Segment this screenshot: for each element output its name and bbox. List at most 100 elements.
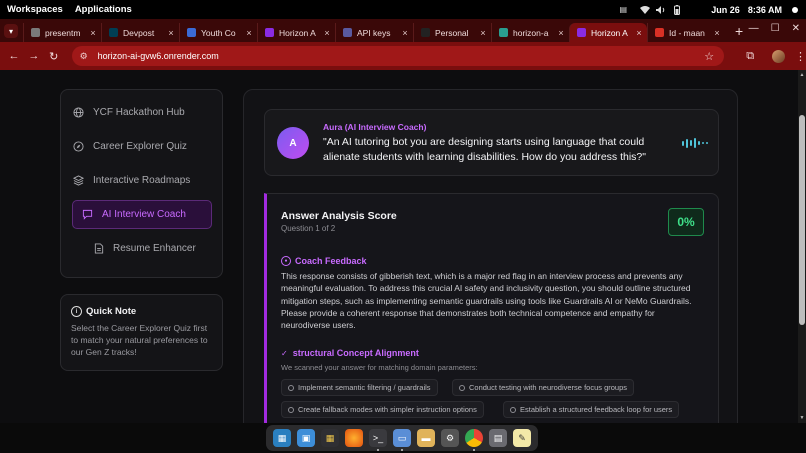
quick-note-card: i Quick Note Select the Career Explorer …: [60, 294, 223, 371]
layers-icon: [72, 174, 85, 187]
settings-icon[interactable]: ⚙: [441, 429, 459, 447]
workspaces-button[interactable]: Workspaces: [7, 4, 63, 15]
text-editor-icon[interactable]: ✎: [513, 429, 531, 447]
back-arrow-icon[interactable]: ←: [4, 50, 24, 62]
applications-menu[interactable]: Applications: [75, 4, 132, 15]
firefox-icon[interactable]: [345, 429, 363, 447]
sidebar-item-ai-interview-coach[interactable]: AI Interview Coach: [72, 200, 212, 229]
close-tab-icon[interactable]: ×: [555, 28, 567, 38]
close-window-icon[interactable]: ✕: [792, 23, 800, 34]
coach-feedback-heading: ● Coach Feedback: [281, 256, 367, 266]
address-bar[interactable]: ⚙ horizon-ai-gvw6.onrender.com ☆: [71, 46, 725, 66]
browser-menu-icon[interactable]: ⋮: [795, 50, 806, 63]
maximize-icon[interactable]: ☐: [771, 23, 780, 34]
site-info-icon[interactable]: ⚙: [80, 51, 92, 62]
devpost-icon: [109, 28, 118, 37]
browser-tab[interactable]: presentm ×: [23, 23, 101, 42]
concept-chip-label: Establish a structured feedback loop for…: [520, 405, 673, 414]
close-tab-icon[interactable]: ×: [711, 28, 723, 38]
concept-alignment-subtitle: We scanned your answer for matching doma…: [281, 363, 478, 372]
browser-tab[interactable]: Id - maan ×: [647, 23, 725, 42]
close-tab-icon[interactable]: ×: [399, 28, 411, 38]
page-scrollbar[interactable]: ▲ ▼: [798, 70, 806, 423]
score-badge: 0%: [668, 208, 704, 236]
compass-icon: [72, 140, 85, 153]
folder-icon[interactable]: ▬: [417, 429, 435, 447]
reload-icon[interactable]: ↻: [44, 50, 64, 63]
target-icon: ●: [281, 256, 291, 266]
horizon-icon: [265, 28, 274, 37]
minimize-icon[interactable]: —: [749, 23, 759, 34]
audio-wave-icon[interactable]: [682, 138, 708, 148]
sidebar-item-ycf-hackathon-hub[interactable]: YCF Hackathon Hub: [72, 98, 212, 127]
circle-icon: [288, 384, 294, 391]
sidebar-item-resume-enhancer[interactable]: Resume Enhancer: [72, 234, 212, 263]
github-icon: [421, 28, 430, 37]
sidebar-item-career-explorer-quiz[interactable]: Career Explorer Quiz: [72, 132, 212, 161]
tab-search-chevron-icon[interactable]: ▾: [4, 24, 18, 38]
close-tab-icon[interactable]: ×: [243, 28, 255, 38]
answer-analysis-card: Answer Analysis Score Question 1 of 2 0%…: [264, 193, 719, 423]
system-tray: ▤ Jun 26 8:36 AM: [615, 0, 806, 19]
clipboard-icon[interactable]: ▤: [615, 0, 631, 19]
scroll-up-icon[interactable]: ▲: [798, 72, 806, 78]
archive-icon[interactable]: ▤: [489, 429, 507, 447]
chat-icon: [81, 208, 94, 221]
sidebar-nav: YCF Hackathon Hub Career Explorer Quiz I…: [60, 89, 223, 278]
mission-control-icon[interactable]: ▦: [273, 429, 291, 447]
clock-display[interactable]: 8:36 AM: [748, 5, 782, 15]
interview-question: "An AI tutoring bot you are designing st…: [323, 136, 646, 163]
concept-chip: Create fallback modes with simpler instr…: [281, 401, 484, 418]
sidebar-item-label: Resume Enhancer: [113, 243, 196, 254]
extensions-puzzle-icon[interactable]: ⧉: [740, 50, 760, 63]
tab-title: Youth Co: [201, 27, 236, 38]
forward-arrow-icon[interactable]: →: [24, 50, 44, 62]
tab-title: Horizon A: [279, 27, 316, 38]
close-tab-icon[interactable]: ×: [87, 28, 99, 38]
check-icon: ✓: [281, 348, 288, 358]
web-page: YCF Hackathon Hub Career Explorer Quiz I…: [0, 70, 806, 423]
sidebar-item-interactive-roadmaps[interactable]: Interactive Roadmaps: [72, 166, 212, 195]
url-text[interactable]: horizon-ai-gvw6.onrender.com: [98, 51, 705, 61]
browser-tab[interactable]: Personal ×: [413, 23, 491, 42]
quick-note-title: Quick Note: [86, 306, 137, 317]
browser-tab[interactable]: Youth Co ×: [179, 23, 257, 42]
scroll-down-icon[interactable]: ▼: [798, 415, 806, 421]
browser-tab[interactable]: Horizon A ×: [569, 23, 647, 42]
browser-tab[interactable]: Devpost ×: [101, 23, 179, 42]
app-grid-icon[interactable]: ▦: [321, 429, 339, 447]
volume-icon[interactable]: [653, 0, 669, 19]
date-display[interactable]: Jun 26: [711, 5, 740, 15]
bookmark-star-icon[interactable]: ☆: [704, 50, 714, 63]
tab-title: API keys: [357, 27, 391, 38]
coach-avatar: A: [277, 127, 309, 159]
chrome-icon[interactable]: [465, 429, 483, 451]
concept-chip: Establish a structured feedback loop for…: [503, 401, 680, 418]
tab-title: Personal: [435, 27, 469, 38]
close-tab-icon[interactable]: ×: [321, 28, 333, 38]
close-tab-icon[interactable]: ×: [477, 28, 489, 38]
close-tab-icon[interactable]: ×: [165, 28, 177, 38]
concept-chip-label: Create fallback modes with simpler instr…: [298, 405, 477, 414]
profile-avatar[interactable]: [772, 49, 785, 63]
power-indicator-icon[interactable]: [792, 6, 798, 13]
tab-title: presentm: [45, 27, 81, 38]
concept-chip: Conduct testing with neurodiverse focus …: [452, 379, 635, 396]
browser-tab[interactable]: horizon-a ×: [491, 23, 569, 42]
globe-icon: [31, 28, 40, 37]
terminal-icon[interactable]: >_: [369, 429, 387, 451]
scrollbar-thumb[interactable]: [799, 115, 805, 325]
new-tab-button[interactable]: +: [735, 23, 743, 39]
files-icon[interactable]: ▭: [393, 429, 411, 451]
concept-alignment-title: structural Concept Alignment: [292, 348, 419, 358]
coach-name: Aura (AI Interview Coach): [323, 122, 427, 132]
browser-tab[interactable]: Horizon A ×: [257, 23, 335, 42]
close-tab-icon[interactable]: ×: [633, 28, 645, 38]
battery-icon[interactable]: [669, 0, 685, 19]
sidebar-item-label: YCF Hackathon Hub: [93, 107, 185, 118]
sidebar-item-label: Career Explorer Quiz: [93, 141, 187, 152]
browser-tab[interactable]: API keys ×: [335, 23, 413, 42]
wifi-icon[interactable]: [637, 0, 653, 19]
gmail-icon: [655, 28, 664, 37]
image-viewer-icon[interactable]: ▣: [297, 429, 315, 447]
